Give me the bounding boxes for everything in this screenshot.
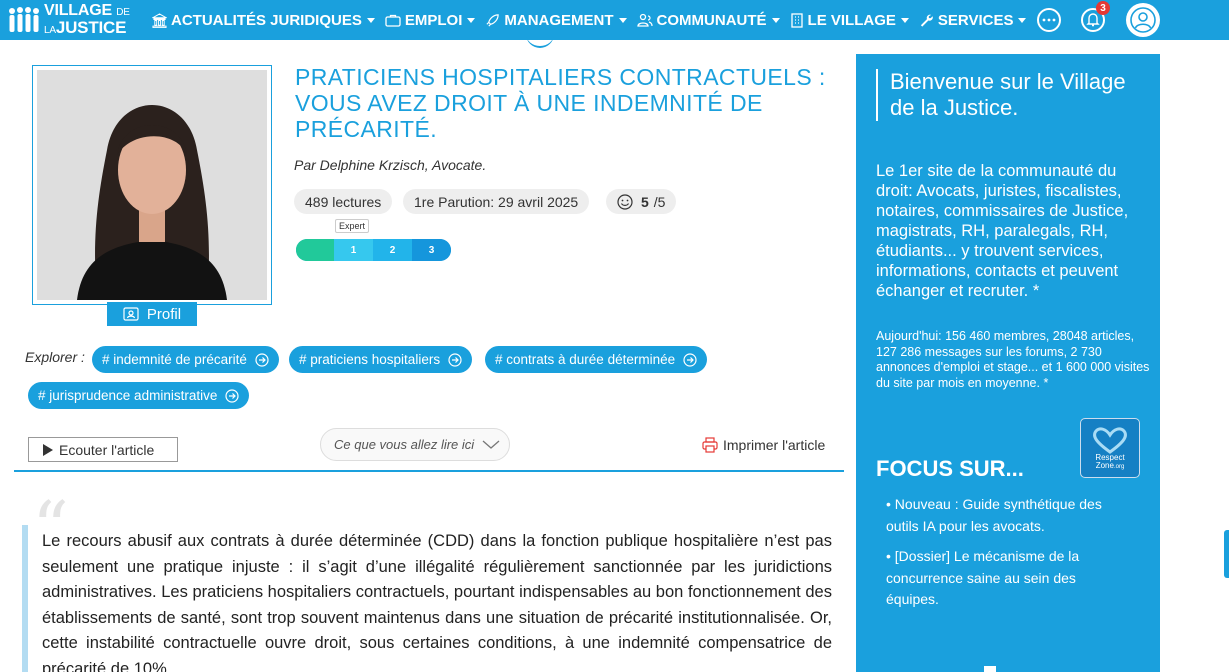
focus-heading: FOCUS SUR...	[876, 456, 1024, 481]
nav-actualites-juridiques[interactable]: ACTUALITÉS JURIDIQUES	[152, 12, 375, 29]
level-indicator	[296, 239, 334, 261]
section-divider	[14, 470, 844, 472]
welcome-sidebar: Bienvenue sur le Village de la Justice. …	[856, 54, 1160, 672]
site-stats: Aujourd'hui: 156 460 membres, 28048 arti…	[876, 329, 1150, 390]
author-photo-frame	[32, 65, 272, 305]
search-icon	[1037, 8, 1061, 32]
chevron-down-icon	[482, 440, 500, 449]
side-scroll-tab[interactable]	[1224, 530, 1229, 578]
rating: 5/5	[606, 189, 677, 214]
people-icon	[636, 13, 653, 27]
quote-bar	[22, 525, 28, 672]
listen-article-button[interactable]: Ecouter l'article	[28, 437, 178, 462]
main-nav: ACTUALITÉS JURIDIQUES EMPLOI MANAGEMENT …	[152, 0, 1036, 40]
smiley-icon	[617, 193, 633, 210]
scroll-indicator	[526, 28, 554, 48]
site-logo[interactable]: VILLAGE DE LAJUSTICE	[8, 2, 130, 38]
explorer-label: Explorer :	[25, 349, 85, 365]
welcome-heading: Bienvenue sur le Village de la Justice.	[876, 69, 1146, 121]
tag-contrats-a-duree-determinee[interactable]: # contrats à durée déterminée	[485, 346, 708, 373]
print-article-button[interactable]: Imprimer l'article	[702, 437, 825, 453]
printer-icon	[702, 437, 718, 453]
article-title: PRATICIENS HOSPITALIERS CONTRACTUELS : V…	[295, 64, 826, 142]
user-account-button[interactable]	[1126, 3, 1160, 37]
building-icon	[152, 12, 167, 28]
tag-praticiens-hospitaliers[interactable]: # praticiens hospitaliers	[289, 346, 473, 373]
notifications-button[interactable]: 3	[1078, 1, 1110, 35]
tag-jurisprudence-administrative[interactable]: # jurisprudence administrative	[28, 382, 250, 409]
nav-management[interactable]: MANAGEMENT	[485, 12, 627, 29]
article-summary-toggle[interactable]: Ce que vous allez lire ici	[320, 428, 510, 461]
tag-indemnite-de-precarite[interactable]: # indemnité de précarité	[92, 346, 279, 373]
focus-item[interactable]: • Nouveau : Guide synthétique des outils…	[886, 494, 1116, 537]
nav-services[interactable]: SERVICES	[919, 12, 1027, 29]
top-navbar: VILLAGE DE LAJUSTICE ACTUALITÉS JURIDIQU…	[0, 0, 1229, 40]
respect-zone-badge[interactable]: Respect Zone.org	[1080, 418, 1140, 478]
expertise-level-bar: 1 2 3	[296, 239, 451, 261]
profile-button[interactable]: Profil	[107, 302, 197, 326]
people-logo-icon	[9, 7, 39, 32]
play-icon	[43, 443, 53, 456]
focus-item[interactable]: • [Dossier] Le mécanisme de la concurren…	[886, 546, 1116, 611]
heart-hands-icon	[1093, 426, 1127, 454]
sidebar-bottom-handle	[984, 666, 996, 672]
briefcase-icon	[385, 14, 401, 27]
level-tooltip: Expert	[335, 219, 370, 233]
arrow-circle-icon	[255, 352, 269, 367]
nav-emploi[interactable]: EMPLOI	[385, 12, 476, 29]
office-building-icon	[790, 12, 803, 28]
author-portrait-image	[37, 70, 267, 300]
nav-communaute[interactable]: COMMUNAUTÉ	[636, 12, 780, 29]
focus-list: • Nouveau : Guide synthétique des outils…	[886, 494, 1116, 620]
user-icon	[1130, 7, 1156, 33]
search-button[interactable]	[1034, 5, 1064, 35]
level-1: 1	[334, 239, 373, 261]
nav-le-village[interactable]: LE VILLAGE	[790, 12, 909, 29]
notification-badge: 3	[1096, 1, 1110, 15]
publication-date: 1re Parution: 29 avril 2025	[403, 189, 590, 214]
arrow-circle-icon	[225, 388, 239, 403]
arrow-circle-icon	[448, 352, 462, 367]
wrench-icon	[920, 14, 933, 27]
arrow-circle-icon	[683, 352, 697, 367]
reads-count: 489 lectures	[294, 189, 393, 214]
id-card-icon	[123, 307, 139, 321]
logo-text: VILLAGE DE LAJUSTICE	[44, 1, 130, 37]
welcome-intro: Le 1er site de la communauté du droit: A…	[876, 162, 1129, 300]
level-2: 2	[373, 239, 412, 261]
article-author[interactable]: Par Delphine Krzisch, Avocate.	[294, 157, 486, 173]
author-photo	[37, 70, 267, 300]
level-3: 3	[412, 239, 451, 261]
article-intro: Le recours abusif aux contrats à durée d…	[42, 532, 832, 672]
rocket-icon	[486, 13, 500, 27]
